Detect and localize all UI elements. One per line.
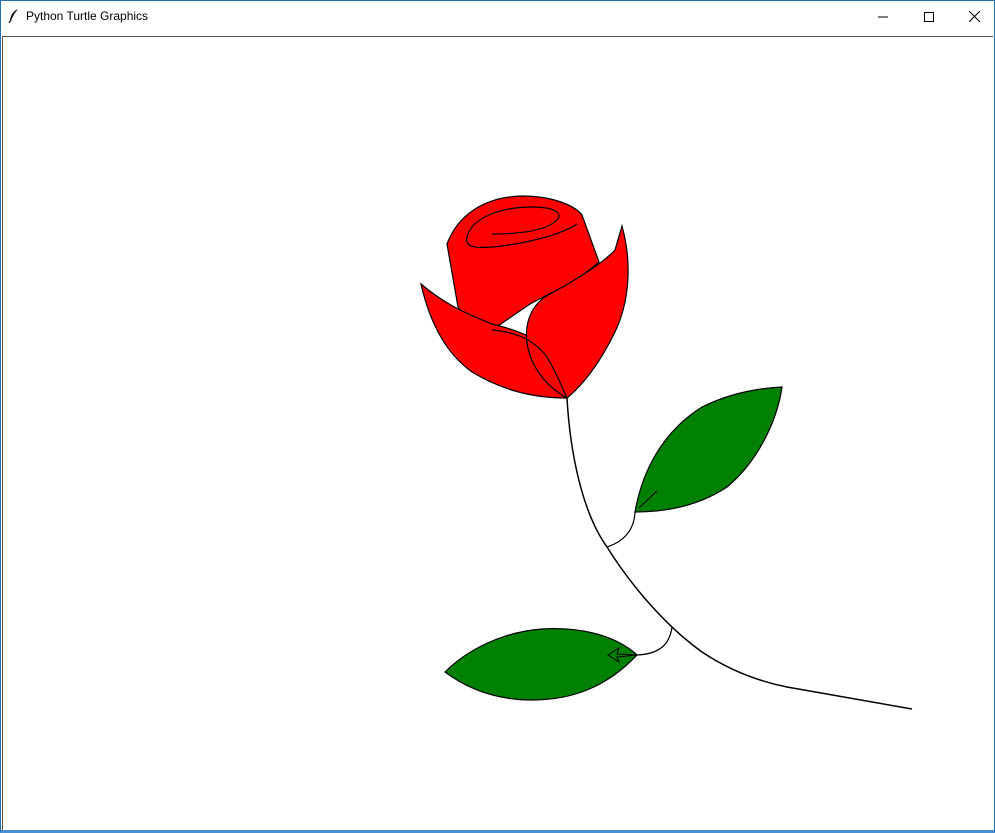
close-button[interactable] <box>951 1 995 32</box>
feather-icon <box>8 8 20 24</box>
rose-drawing <box>420 195 913 710</box>
maximize-icon <box>924 11 934 22</box>
lower-leaf <box>444 628 638 701</box>
upper-leaf-branch <box>606 511 636 548</box>
turtle-window: Python Turtle Graphics <box>0 0 995 833</box>
maximize-button[interactable] <box>906 1 952 32</box>
window-title: Python Turtle Graphics <box>26 9 149 23</box>
upper-leaf <box>634 386 783 513</box>
close-icon <box>968 11 980 22</box>
minimize-icon <box>878 12 888 22</box>
turtle-canvas[interactable] <box>2 36 993 830</box>
title-bar[interactable]: Python Turtle Graphics <box>1 1 994 32</box>
lower-leaf-branch <box>636 626 673 656</box>
minimize-button[interactable] <box>860 1 906 32</box>
